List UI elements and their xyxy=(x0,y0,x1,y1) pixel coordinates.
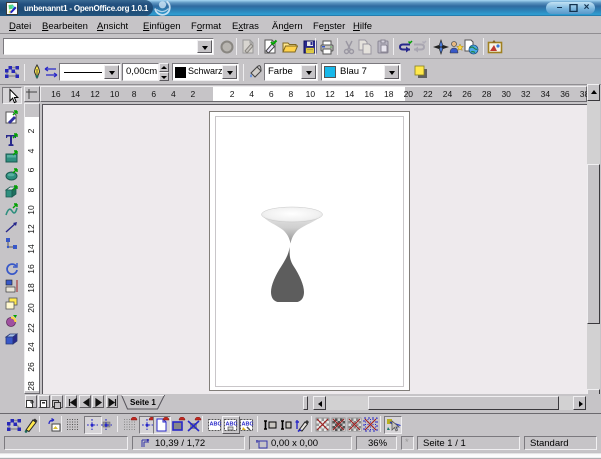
svg-text:ABC: ABC xyxy=(226,421,238,427)
svg-text:ABC: ABC xyxy=(210,421,222,427)
